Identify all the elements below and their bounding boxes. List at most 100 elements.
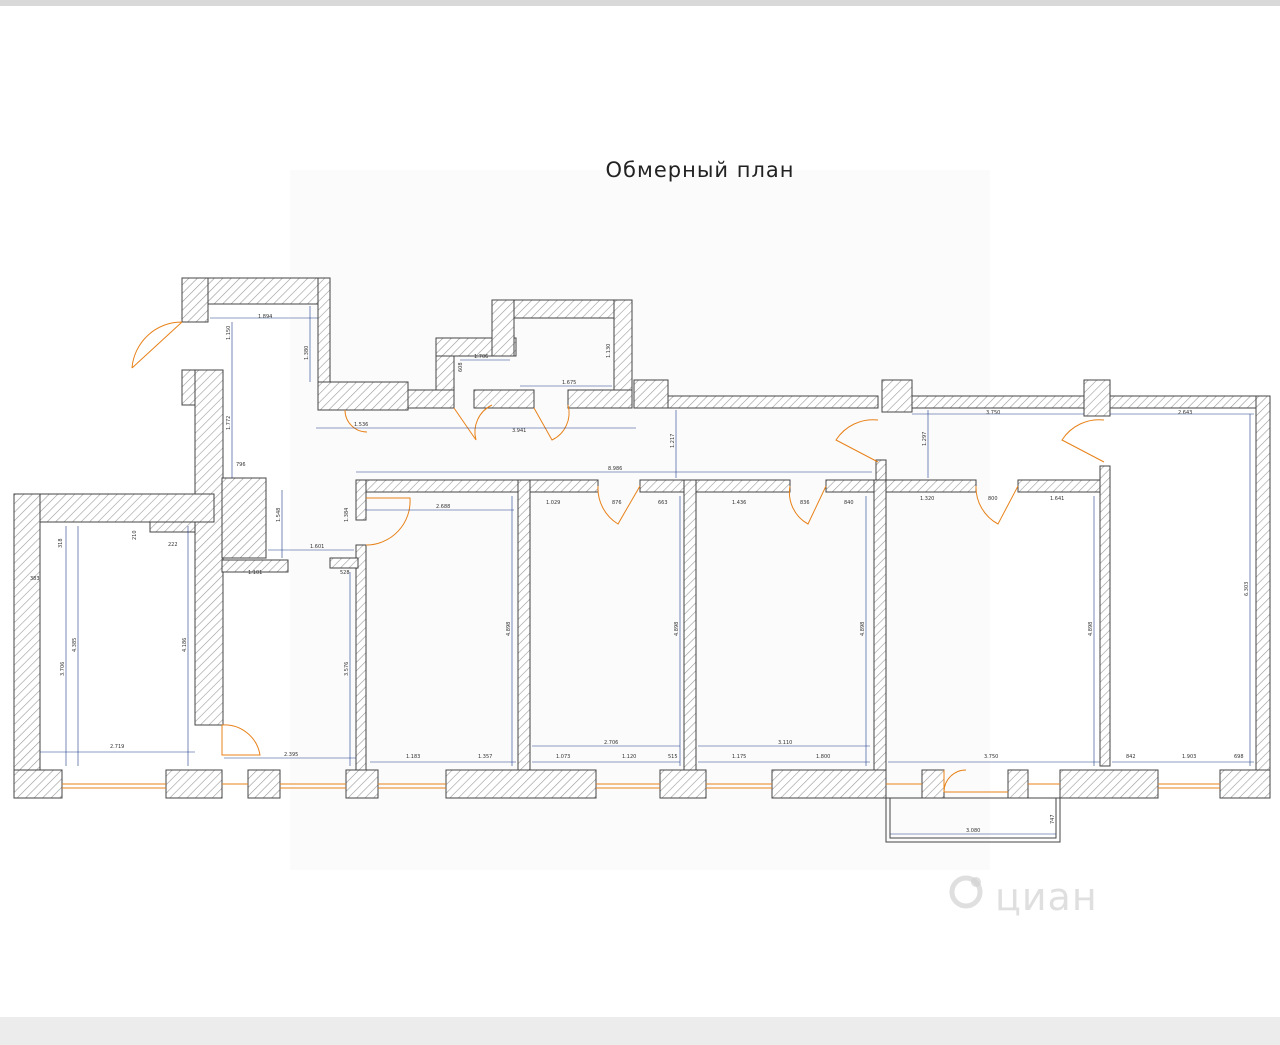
wall-top-left-stub bbox=[181, 277, 209, 323]
dim-r4-h: 4.898 bbox=[1088, 622, 1094, 636]
wall-top-outer-1 bbox=[667, 395, 879, 409]
dim-r2-b2: 1.120 bbox=[622, 754, 636, 760]
dim-wc-h: 1.130 bbox=[606, 344, 612, 358]
wall-column-2 bbox=[1083, 379, 1111, 417]
dim-corr-w: 2.395 bbox=[284, 752, 298, 758]
bottom-bar bbox=[0, 1017, 1280, 1045]
dim-c4: 1.601 bbox=[310, 544, 324, 550]
dim-r4-w: 3.750 bbox=[984, 754, 998, 760]
walls bbox=[13, 277, 1271, 799]
dim-r5-b1: 842 bbox=[1126, 754, 1136, 760]
dim-balcony-h: 747 bbox=[1050, 814, 1056, 824]
dim-c1: 1.772 bbox=[226, 416, 232, 430]
balcony bbox=[885, 797, 1061, 843]
dim-r2-b1: 1.073 bbox=[556, 754, 570, 760]
dim-r5-b2: 1.903 bbox=[1182, 754, 1196, 760]
dim-r4-t2: 800 bbox=[988, 496, 998, 502]
door-room-4 bbox=[975, 485, 1019, 525]
dim-c2: 796 bbox=[236, 462, 246, 468]
wall-corridor-lower bbox=[317, 381, 409, 411]
dim-closet-w: 1.706 bbox=[474, 354, 488, 360]
wall-bottom-1 bbox=[13, 769, 63, 799]
windows bbox=[62, 783, 1220, 793]
dim-r2-h: 4.898 bbox=[674, 622, 680, 636]
dim-door-a: 1.536 bbox=[354, 422, 368, 428]
dim-corr-h: 3.576 bbox=[344, 662, 350, 676]
dim-r5-h: 6.303 bbox=[1244, 582, 1250, 596]
wall-bottom-10 bbox=[1059, 769, 1159, 799]
wall-top-outer-2 bbox=[911, 395, 1085, 409]
door-entrance bbox=[131, 321, 183, 369]
dim-r5-top: 3.750 bbox=[986, 410, 1000, 416]
dim-r1-b2: 1.357 bbox=[478, 754, 492, 760]
dim-r1-b1: 1.183 bbox=[406, 754, 420, 760]
dim-c3: 1.548 bbox=[276, 508, 282, 522]
wall-bottom-3 bbox=[247, 769, 281, 799]
wall-bottom-11 bbox=[1219, 769, 1271, 799]
dim-r1-top: 2.688 bbox=[436, 504, 450, 510]
dim-r1-h: 4.898 bbox=[506, 622, 512, 636]
dim-r5-b3: 698 bbox=[1234, 754, 1244, 760]
door-bottom-left bbox=[221, 724, 261, 756]
dim-left-w: 2.719 bbox=[110, 744, 124, 750]
wall-room-divider-2 bbox=[683, 479, 697, 771]
wall-corridor-top bbox=[407, 389, 455, 409]
dim-c7: 528 bbox=[340, 570, 350, 576]
dim-r3-w: 3.110 bbox=[778, 740, 792, 746]
dim-left-a: 318 bbox=[58, 538, 64, 548]
door-1 bbox=[344, 409, 368, 433]
door-hall-1 bbox=[835, 419, 879, 463]
dim-r3-h: 4.898 bbox=[860, 622, 866, 636]
dim-c5: 1.384 bbox=[344, 508, 350, 522]
wall-bottom-5 bbox=[445, 769, 597, 799]
dim-r2-b3: 515 bbox=[668, 754, 678, 760]
dim-r3-b1: 1.175 bbox=[732, 754, 746, 760]
wall-top-outer-3 bbox=[1109, 395, 1271, 409]
wall-shaft bbox=[633, 379, 669, 409]
wall-bottom-8 bbox=[921, 769, 945, 799]
dim-balcony-w: 3.080 bbox=[966, 828, 980, 834]
dim-corridor-h2: 1.380 bbox=[304, 346, 310, 360]
wall-right-outer bbox=[1255, 395, 1271, 799]
dim-door-b: 3.941 bbox=[512, 428, 526, 434]
dim-left-d: 383 bbox=[30, 576, 40, 582]
watermark-text: циан bbox=[995, 875, 1098, 919]
wall-bottom-9 bbox=[1007, 769, 1029, 799]
wall-rooms-top-1 bbox=[359, 479, 599, 493]
door-hall-2 bbox=[1061, 419, 1105, 463]
dim-top-corridor: 1.894 bbox=[258, 314, 272, 320]
wall-rooms-top-3 bbox=[825, 479, 977, 493]
wall-left-room-outer bbox=[13, 493, 41, 799]
wall-room-divider-5 bbox=[1099, 465, 1111, 767]
dim-left-c: 210 bbox=[132, 530, 138, 540]
dim-r3-b2: 1.800 bbox=[816, 754, 830, 760]
wall-left-column bbox=[194, 369, 224, 726]
wall-closet-bottom bbox=[473, 389, 535, 409]
dim-r2-t2: 876 bbox=[612, 500, 622, 506]
dim-r3-t2: 836 bbox=[800, 500, 810, 506]
dim-left-b: 222 bbox=[168, 542, 178, 548]
dim-hall-long: 8.986 bbox=[608, 466, 622, 472]
dim-c6: 1.101 bbox=[248, 570, 262, 576]
wall-bottom-4 bbox=[345, 769, 379, 799]
dim-wc-w: 1.675 bbox=[562, 380, 576, 386]
wall-bottom-6 bbox=[659, 769, 707, 799]
door-balcony bbox=[943, 769, 967, 793]
dim-r3-t3: 840 bbox=[844, 500, 854, 506]
dim-hall-r5-h: 1.297 bbox=[922, 432, 928, 446]
dim-r2-t1: 1.029 bbox=[546, 500, 560, 506]
dim-hall-h: 1.217 bbox=[670, 434, 676, 448]
wall-rooms-top-4 bbox=[1017, 479, 1111, 493]
wall-room-divider-3 bbox=[873, 479, 887, 771]
dim-corridor-h1: 1.150 bbox=[226, 326, 232, 340]
wall-left-room-top bbox=[13, 493, 215, 523]
wall-room-divider-0b bbox=[355, 544, 367, 771]
dim-left-h1: 3.706 bbox=[60, 662, 66, 676]
wall-corridor-stub bbox=[329, 557, 359, 569]
wall-room-divider-0a bbox=[355, 479, 367, 521]
dim-r4-t3: 1.641 bbox=[1050, 496, 1064, 502]
wall-bottom-7 bbox=[771, 769, 887, 799]
dim-r2-w: 2.706 bbox=[604, 740, 618, 746]
wall-wc-left bbox=[491, 299, 515, 357]
dim-closet-h: 608 bbox=[458, 362, 464, 372]
